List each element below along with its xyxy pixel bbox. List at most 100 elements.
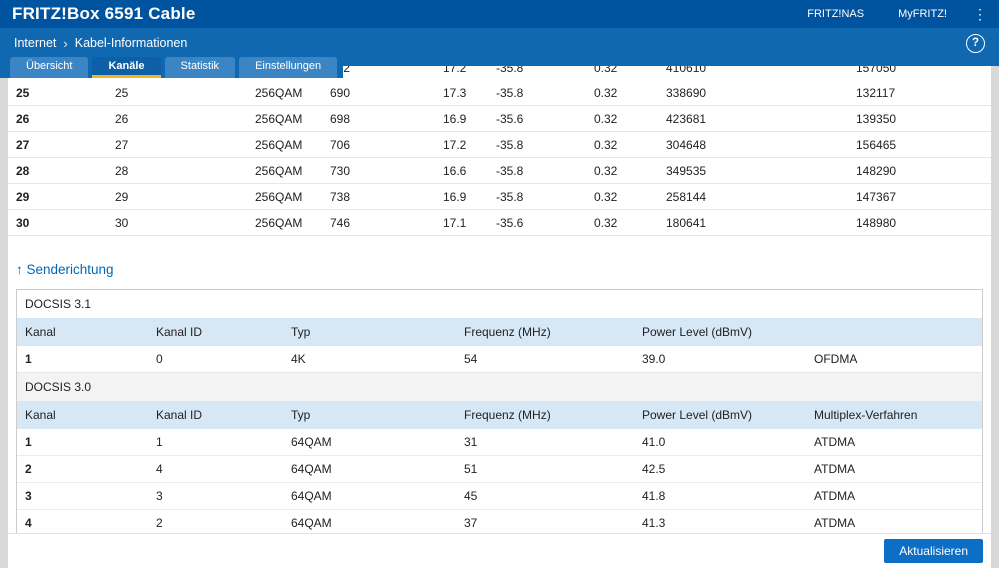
table-cell: Kanal ID bbox=[156, 325, 203, 339]
table-cell: -35.6 bbox=[496, 111, 524, 126]
table-cell: Frequenz (MHz) bbox=[464, 325, 551, 339]
app-header: FRITZ!Box 6591 Cable FRITZ!NAS MyFRITZ! … bbox=[0, 0, 999, 28]
table-cell: 41.8 bbox=[642, 489, 666, 503]
myfritz-link[interactable]: MyFRITZ! bbox=[898, 8, 947, 20]
card-footer: Aktualisieren bbox=[8, 533, 991, 568]
table-row: 25 25 256QAM 690 17.3 -35.8 0.32 338690 132117 bbox=[8, 80, 991, 106]
table-cell: 256QAM bbox=[255, 189, 303, 204]
table-cell: 147367 bbox=[856, 189, 897, 204]
table-row: 27 27 256QAM 706 17.2 -35.8 0.32 304648 156465 bbox=[8, 132, 991, 158]
table-cell: 0.32 bbox=[594, 66, 618, 75]
table-cell: 258144 bbox=[666, 189, 707, 204]
table-cell: 64QAM bbox=[291, 516, 332, 530]
table-cell: 256QAM bbox=[255, 215, 303, 230]
downstream-table: 2424256QAM68217.2-35.80.32410610157050 2… bbox=[8, 66, 991, 236]
help-button[interactable]: ? bbox=[966, 33, 985, 53]
table-cell: 51 bbox=[464, 462, 478, 476]
table-cell: 17.1 bbox=[443, 215, 467, 230]
breadcrumb-internet[interactable]: Internet bbox=[14, 36, 56, 50]
table-cell: 26 bbox=[115, 111, 129, 126]
breadcrumb: Internet › Kabel-Informationen ? bbox=[0, 28, 999, 58]
table-row: 3 3 64QAM 45 41.8 ATDMA bbox=[17, 483, 982, 510]
table-cell: 423681 bbox=[666, 111, 707, 126]
docsis-30-label: DOCSIS 3.0 bbox=[17, 372, 982, 401]
table-cell: 26 bbox=[16, 111, 30, 126]
table-cell: 0 bbox=[156, 352, 163, 366]
table-cell: ATDMA bbox=[814, 462, 856, 476]
table-cell: Kanal ID bbox=[156, 408, 203, 422]
table-cell: 4 bbox=[156, 462, 163, 476]
table-cell: 3 bbox=[25, 489, 32, 503]
table-cell: 690 bbox=[330, 85, 351, 100]
table-cell: 132117 bbox=[856, 85, 896, 100]
tab-einstellungen[interactable]: Einstellungen bbox=[239, 57, 338, 78]
table-cell: 41.3 bbox=[642, 516, 666, 530]
table-cell: Power Level (dBmV) bbox=[642, 408, 753, 422]
table-cell: 2 bbox=[25, 462, 32, 476]
table-cell: 682 bbox=[330, 66, 443, 75]
table-cell: Frequenz (MHz) bbox=[464, 408, 551, 422]
docsis-30-header-row: Kanal Kanal ID Typ Frequenz (MHz) Power Leve… bbox=[17, 401, 982, 429]
table-cell: 4K bbox=[291, 352, 306, 366]
table-cell: 148290 bbox=[856, 163, 897, 178]
table-cell: 39.0 bbox=[642, 352, 666, 366]
table-cell: 3 bbox=[156, 489, 163, 503]
table-row: 1 1 64QAM 31 41.0 ATDMA bbox=[17, 429, 982, 456]
table-cell: 17.2 bbox=[443, 137, 467, 152]
table-cell: -35.8 bbox=[496, 189, 524, 204]
table-cell: -35.8 bbox=[496, 163, 524, 178]
table-cell: 27 bbox=[16, 137, 30, 152]
kebab-menu-icon[interactable]: ⋮ bbox=[973, 7, 987, 21]
table-cell: 41.0 bbox=[642, 435, 666, 449]
upstream-tables: DOCSIS 3.1 Kanal Kanal ID Typ Frequenz (MHz… bbox=[16, 289, 983, 537]
upstream-heading: ↑ Senderichtung bbox=[16, 262, 114, 277]
table-cell: 28 bbox=[115, 163, 129, 178]
table-cell: Typ bbox=[291, 325, 311, 339]
table-cell: 30 bbox=[16, 215, 30, 230]
table-cell: 157050 bbox=[856, 66, 897, 75]
table-cell: 4 bbox=[25, 516, 32, 530]
table-cell: 730 bbox=[330, 163, 351, 178]
table-cell: ATDMA bbox=[814, 489, 856, 503]
refresh-button[interactable]: Aktualisieren bbox=[884, 539, 983, 563]
table-cell: 28 bbox=[16, 163, 30, 178]
table-cell: 17.2 bbox=[443, 66, 467, 75]
table-cell: -35.8 bbox=[496, 85, 524, 100]
tab-statistik[interactable]: Statistik bbox=[164, 57, 236, 78]
fritznas-link[interactable]: FRITZ!NAS bbox=[807, 8, 864, 20]
table-cell: 37 bbox=[464, 516, 478, 530]
tab-kanaele[interactable]: Kanäle bbox=[92, 57, 161, 78]
table-cell: 738 bbox=[330, 189, 351, 204]
docsis-31-label: DOCSIS 3.1 bbox=[25, 297, 92, 311]
table-row: 26 26 256QAM 698 16.9 -35.6 0.32 423681 139350 bbox=[8, 106, 991, 132]
table-cell: 256QAM bbox=[255, 85, 303, 100]
table-cell: 338690 bbox=[666, 85, 707, 100]
table-cell: 0.32 bbox=[594, 111, 618, 126]
table-cell: 1 bbox=[25, 352, 32, 366]
header-links: FRITZ!NAS MyFRITZ! bbox=[807, 8, 947, 20]
table-cell: 64QAM bbox=[291, 489, 332, 503]
app-title: FRITZ!Box 6591 Cable bbox=[12, 4, 196, 23]
table-cell: 29 bbox=[115, 189, 129, 204]
table-cell: 256QAM bbox=[255, 163, 303, 178]
docsis-31-table-body: 1 0 4K 54 39.0 OFDMA bbox=[17, 346, 982, 372]
table-cell: 0.32 bbox=[594, 163, 618, 178]
breadcrumb-separator-icon: › bbox=[63, 35, 68, 51]
table-cell: 1 bbox=[25, 435, 32, 449]
table-cell: 64QAM bbox=[291, 435, 332, 449]
table-cell: 27 bbox=[115, 137, 129, 152]
table-row: 2 4 64QAM 51 42.5 ATDMA bbox=[17, 456, 982, 483]
table-cell: Kanal bbox=[25, 408, 56, 422]
table-row: 29 29 256QAM 738 16.9 -35.8 0.32 258144 147367 bbox=[8, 184, 991, 210]
table-cell: 148980 bbox=[856, 215, 897, 230]
table-cell: 64QAM bbox=[291, 462, 332, 476]
table-cell: 25 bbox=[115, 85, 129, 100]
table-cell: 349535 bbox=[666, 163, 707, 178]
tab-uebersicht[interactable]: Übersicht bbox=[10, 57, 89, 78]
table-cell: 410610 bbox=[666, 66, 707, 75]
table-cell: Kanal bbox=[25, 325, 56, 339]
table-cell: -35.8 bbox=[496, 137, 524, 152]
table-cell: Power Level (dBmV) bbox=[642, 325, 753, 339]
table-cell: 2 bbox=[156, 516, 163, 530]
table-cell: -35.6 bbox=[496, 215, 524, 230]
